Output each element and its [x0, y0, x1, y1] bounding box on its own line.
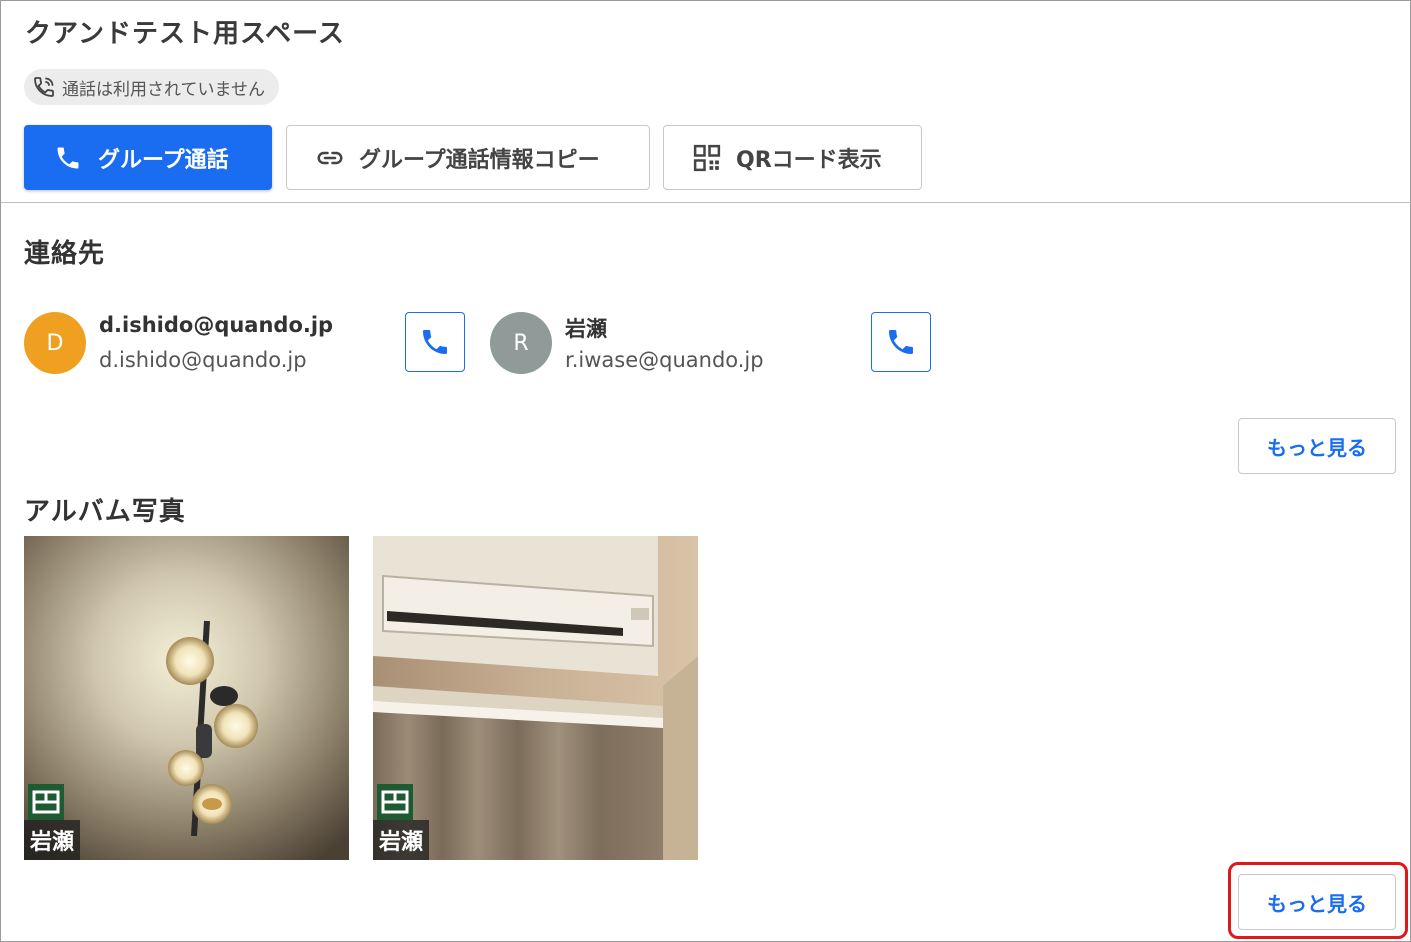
album-badge-icon [377, 784, 413, 820]
phone-call-icon [34, 77, 54, 97]
contact-call-button[interactable] [871, 312, 931, 372]
group-call-label: グループ通話 [98, 147, 229, 173]
copy-call-info-button[interactable]: グループ通話情報コピー [286, 125, 650, 190]
copy-call-info-label: グループ通話情報コピー [359, 147, 600, 173]
header-divider [1, 202, 1411, 203]
phone-icon [57, 147, 79, 168]
link-icon [317, 151, 343, 164]
space-panel: クアンドテスト用スペース 通話は利用されていません グループ通話 グループ通話情… [0, 0, 1411, 942]
call-status-text: 通話は利用されていません [62, 79, 265, 100]
call-status-badge: 通話は利用されていません [24, 69, 279, 105]
contacts-more-button[interactable]: もっと見る [1238, 418, 1396, 474]
show-qr-label: QRコード表示 [736, 147, 882, 173]
highlight-annotation [1228, 862, 1408, 939]
contact-avatar: D [24, 312, 86, 374]
contact-avatar: R [490, 312, 552, 374]
phone-icon [423, 330, 447, 354]
album-photo-ceiling-light[interactable]: 岩瀬 [24, 536, 349, 860]
show-qr-button[interactable]: QRコード表示 [663, 125, 922, 190]
space-title: クアンドテスト用スペース [25, 19, 345, 49]
contacts-title: 連絡先 [24, 239, 106, 269]
contact-name: d.ishido@quando.jp [99, 313, 334, 337]
contact-name: 岩瀬 [565, 317, 607, 341]
album-photo-air-conditioner[interactable]: 岩瀬 [373, 536, 698, 860]
ceiling-light-photo [24, 536, 349, 860]
album-title: アルバム写真 [24, 497, 186, 527]
qr-code-icon [693, 144, 721, 171]
contact-email: r.iwase@quando.jp [565, 348, 764, 372]
phone-icon [889, 330, 913, 354]
photo-author: 岩瀬 [24, 820, 81, 860]
photo-author: 岩瀬 [373, 820, 430, 860]
air-conditioner-photo [373, 536, 698, 860]
album-badge-icon [28, 784, 64, 820]
contact-email: d.ishido@quando.jp [99, 348, 307, 372]
contact-call-button[interactable] [405, 312, 465, 372]
group-call-button[interactable]: グループ通話 [24, 125, 272, 190]
